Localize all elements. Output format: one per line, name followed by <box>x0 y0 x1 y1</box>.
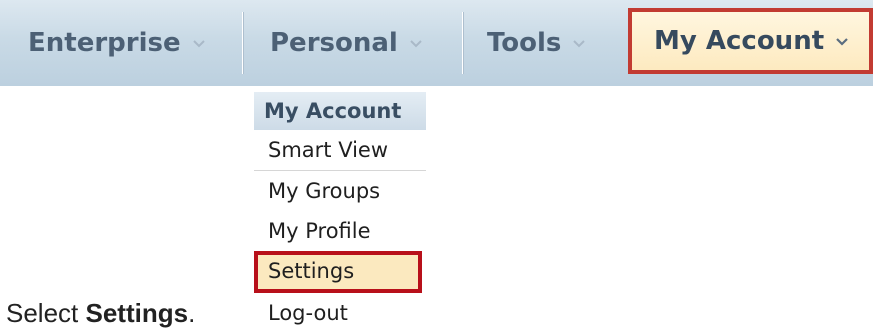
chevron-down-icon <box>836 38 848 46</box>
nav-tab-tools[interactable]: Tools <box>487 0 587 86</box>
instruction-caption: Select Settings. <box>6 298 195 329</box>
nav-tab-my-account[interactable]: My Account <box>628 8 873 74</box>
nav-tab-label: Enterprise <box>28 28 181 58</box>
nav-divider <box>462 12 463 74</box>
nav-tab-enterprise[interactable]: Enterprise <box>28 0 207 86</box>
chevron-down-icon <box>192 40 205 48</box>
chevron-down-icon <box>410 40 422 48</box>
top-navigation-bar: Enterprise Personal Tools My Account <box>0 0 873 86</box>
caption-prefix: Select <box>6 298 86 328</box>
menu-item-log-out[interactable]: Log-out <box>254 293 426 333</box>
menu-item-smart-view[interactable]: Smart View <box>254 130 426 171</box>
nav-tab-label: Personal <box>270 28 398 58</box>
menu-header: My Account <box>254 92 426 130</box>
menu-item-my-groups[interactable]: My Groups <box>254 171 426 211</box>
nav-divider <box>242 12 243 74</box>
my-account-dropdown-menu: My Account Smart View My Groups My Profi… <box>254 92 426 333</box>
caption-suffix: . <box>188 298 196 328</box>
menu-item-settings[interactable]: Settings <box>254 251 422 293</box>
nav-tab-label: Tools <box>487 28 562 58</box>
menu-item-my-profile[interactable]: My Profile <box>254 211 426 251</box>
caption-bold-text: Settings <box>85 298 189 328</box>
chevron-down-icon <box>573 40 586 48</box>
nav-tab-label: My Account <box>654 26 825 56</box>
nav-tab-personal[interactable]: Personal <box>270 0 424 86</box>
